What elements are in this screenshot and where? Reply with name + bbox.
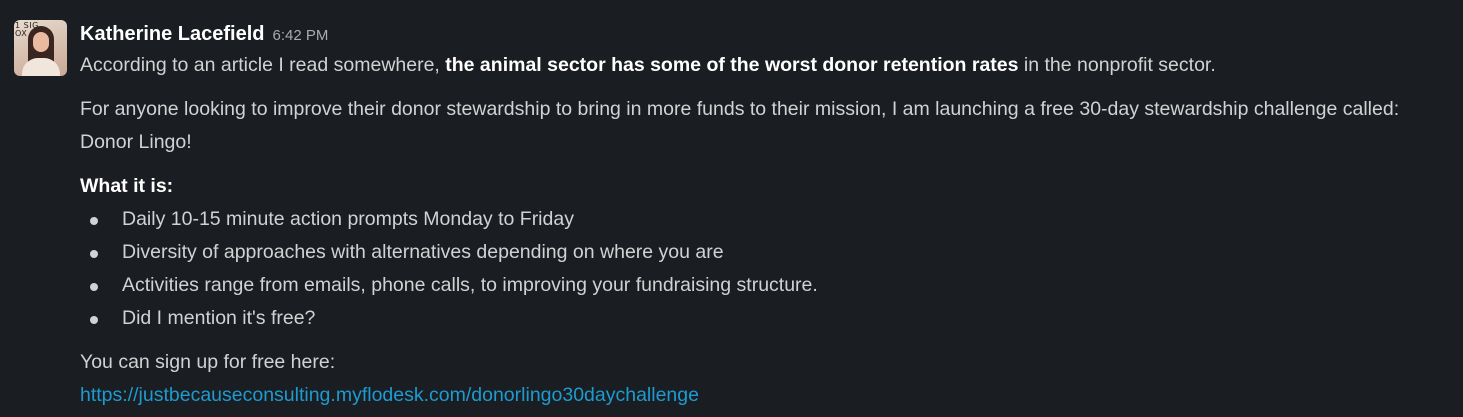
list-item: Daily 10-15 minute action prompts Monday… [80,203,1443,236]
signup-text: You can sign up for free here: [80,351,336,373]
list-item-text: Diversity of approaches with alternative… [122,241,724,263]
intro-paragraph: According to an article I read somewhere… [80,49,1443,82]
features-list: Daily 10-15 minute action prompts Monday… [80,203,1443,335]
message-content: Katherine Lacefield 6:42 PM According to … [80,20,1443,412]
list-item-text: Activities range from emails, phone call… [122,274,818,296]
avatar-shoulders [22,58,60,76]
message-header: Katherine Lacefield 6:42 PM [80,20,1443,48]
list-item-text: Did I mention it's free? [122,307,316,329]
timestamp[interactable]: 6:42 PM [273,27,329,44]
announcement-paragraph: For anyone looking to improve their dono… [80,98,1400,153]
intro-text-before: According to an article I read somewhere… [80,54,446,76]
avatar-text-mark: 1 SIG OX [15,21,39,38]
list-item: Did I mention it's free? [80,302,1443,335]
list-item: Diversity of approaches with alternative… [80,236,1443,269]
bullet-icon [90,217,98,225]
avatar[interactable]: 1 SIG OX [14,20,67,76]
bullet-icon [90,316,98,324]
author-name[interactable]: Katherine Lacefield [80,23,265,45]
list-item-text: Daily 10-15 minute action prompts Monday… [122,208,574,230]
intro-text-after: in the nonprofit sector. [1018,54,1216,76]
intro-bold-text: the animal sector has some of the worst … [445,54,1019,76]
signup-link[interactable]: https://justbecauseconsulting.myflodesk.… [80,379,1443,412]
list-item: Activities range from emails, phone call… [80,269,1443,302]
what-it-is-heading: What it is: [80,175,174,197]
bullet-icon [90,250,98,258]
bullet-icon [90,283,98,291]
